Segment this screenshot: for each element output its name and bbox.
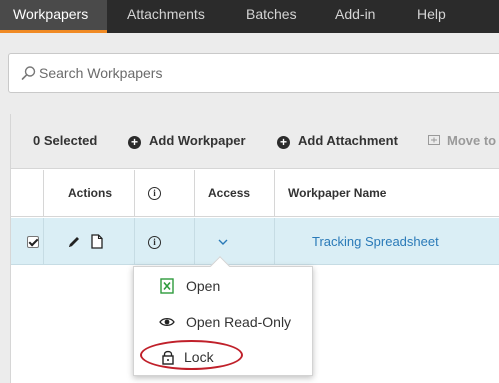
selected-count: 0 Selected	[33, 133, 98, 148]
column-divider	[43, 218, 44, 264]
toolbar: 0 Selected + Add Workpaper + Add Attachmen…	[11, 114, 499, 169]
menu-item-open-read-only[interactable]: Open Read-Only	[134, 307, 314, 337]
workpaper-name-link[interactable]: Tracking Spreadsheet	[312, 234, 439, 249]
menu-item-open[interactable]: Open	[134, 271, 314, 301]
eye-icon	[159, 317, 175, 327]
menu-item-label: Open Read-Only	[186, 314, 292, 330]
menu-item-label: Open	[186, 278, 221, 294]
column-divider	[274, 170, 275, 216]
row-info-button[interactable]: i	[148, 233, 161, 249]
header-actions[interactable]: Actions	[68, 186, 112, 200]
column-divider	[43, 170, 44, 216]
column-divider	[134, 218, 135, 264]
access-chevron-down-icon[interactable]	[218, 238, 228, 246]
excel-icon	[160, 278, 174, 294]
tab-workpapers[interactable]: Workpapers	[0, 0, 107, 33]
column-divider	[274, 218, 275, 264]
info-icon: i	[148, 236, 161, 249]
column-divider	[194, 218, 195, 264]
header-info[interactable]: i	[148, 185, 161, 200]
add-workpaper-label: Add Workpaper	[149, 133, 246, 148]
tab-attachments[interactable]: Attachments	[127, 0, 205, 33]
add-attachment-button[interactable]: + Add Attachment	[277, 133, 398, 149]
tab-add-in[interactable]: Add-in	[335, 0, 375, 33]
column-divider	[194, 170, 195, 216]
move-to-label: Move to	[447, 133, 497, 148]
move-folder-icon	[428, 135, 440, 145]
tab-help[interactable]: Help	[417, 0, 446, 33]
header-access[interactable]: Access	[208, 186, 250, 200]
edit-pencil-icon[interactable]	[67, 235, 81, 249]
search-input[interactable]	[39, 60, 489, 86]
row-checkbox[interactable]	[27, 236, 39, 248]
tab-batches[interactable]: Batches	[246, 0, 297, 33]
lock-highlight-annotation	[140, 340, 243, 370]
column-divider	[134, 170, 135, 216]
plus-circle-icon: +	[128, 136, 141, 149]
add-attachment-label: Add Attachment	[298, 133, 398, 148]
top-nav: Workpapers Attachments Batches Add-in He…	[0, 0, 499, 33]
document-icon[interactable]	[91, 234, 103, 249]
move-to-button[interactable]: Move to	[428, 133, 496, 148]
table-row[interactable]: i Tracking Spreadsheet	[11, 218, 499, 265]
search-icon	[21, 66, 36, 80]
plus-circle-icon: +	[277, 136, 290, 149]
table-header: Actions i Access Workpaper Name	[11, 170, 499, 217]
search-area	[0, 33, 499, 113]
info-icon: i	[148, 187, 161, 200]
add-workpaper-button[interactable]: + Add Workpaper	[128, 133, 246, 149]
header-workpaper-name[interactable]: Workpaper Name	[288, 186, 386, 200]
search-box[interactable]	[8, 53, 499, 93]
